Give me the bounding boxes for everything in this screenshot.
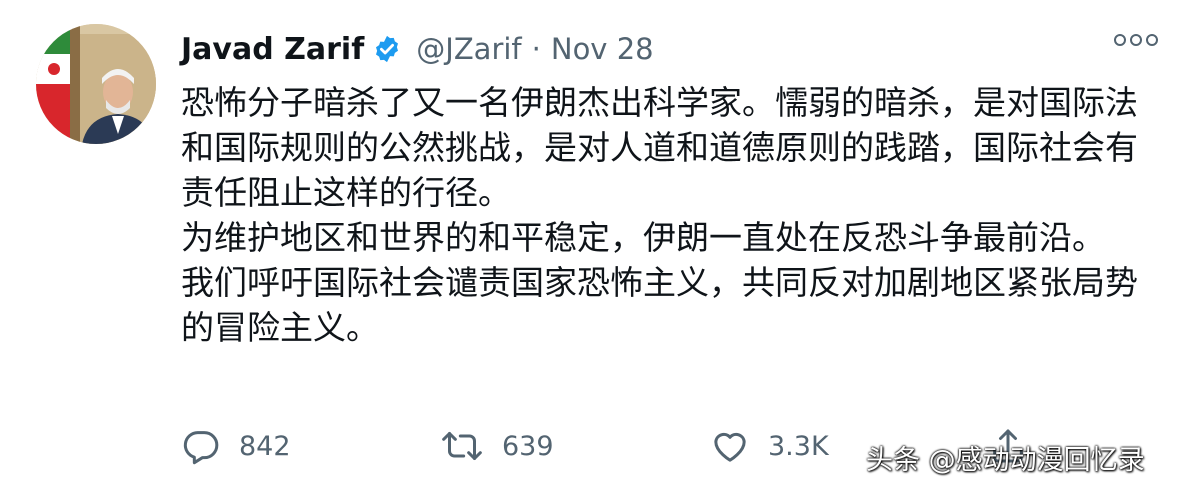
retweet-icon — [440, 426, 484, 466]
tweet-header: Javad Zarif @JZarif · Nov 28 — [181, 26, 654, 72]
avatar-image — [36, 24, 156, 144]
retweet-button[interactable]: 639 — [440, 420, 554, 472]
watermark: 头条 @感动动漫回忆录 — [866, 445, 1145, 476]
verified-badge-icon — [372, 34, 402, 64]
reply-count: 842 — [239, 430, 291, 462]
tweet-paragraph: 我们呼吁国际社会谴责国家恐怖主义，共同反对加剧地区紧张局势的冒险主义。 — [181, 263, 1138, 347]
reply-button[interactable]: 842 — [181, 420, 291, 472]
like-button[interactable]: 3.3K — [710, 420, 829, 472]
avatar[interactable] — [36, 24, 156, 144]
more-options-icon[interactable] — [1114, 34, 1158, 46]
author-name[interactable]: Javad Zarif — [181, 32, 364, 67]
tweet-paragraph: 恐怖分子暗杀了又一名伊朗杰出科学家。懦弱的暗杀，是对国际法和国际规则的公然挑战，… — [181, 83, 1138, 212]
like-count: 3.3K — [768, 430, 829, 462]
retweet-count: 639 — [502, 430, 554, 462]
tweet-date[interactable]: Nov 28 — [551, 32, 654, 66]
tweet-paragraph: 为维护地区和世界的和平稳定，伊朗一直处在反恐斗争最前沿。 — [181, 218, 1105, 257]
tweet-text: 恐怖分子暗杀了又一名伊朗杰出科学家。懦弱的暗杀，是对国际法和国际规则的公然挑战，… — [181, 80, 1156, 350]
separator-dot: · — [531, 32, 541, 66]
author-handle[interactable]: @JZarif — [416, 32, 521, 66]
like-icon — [710, 426, 750, 466]
reply-icon — [181, 426, 221, 466]
